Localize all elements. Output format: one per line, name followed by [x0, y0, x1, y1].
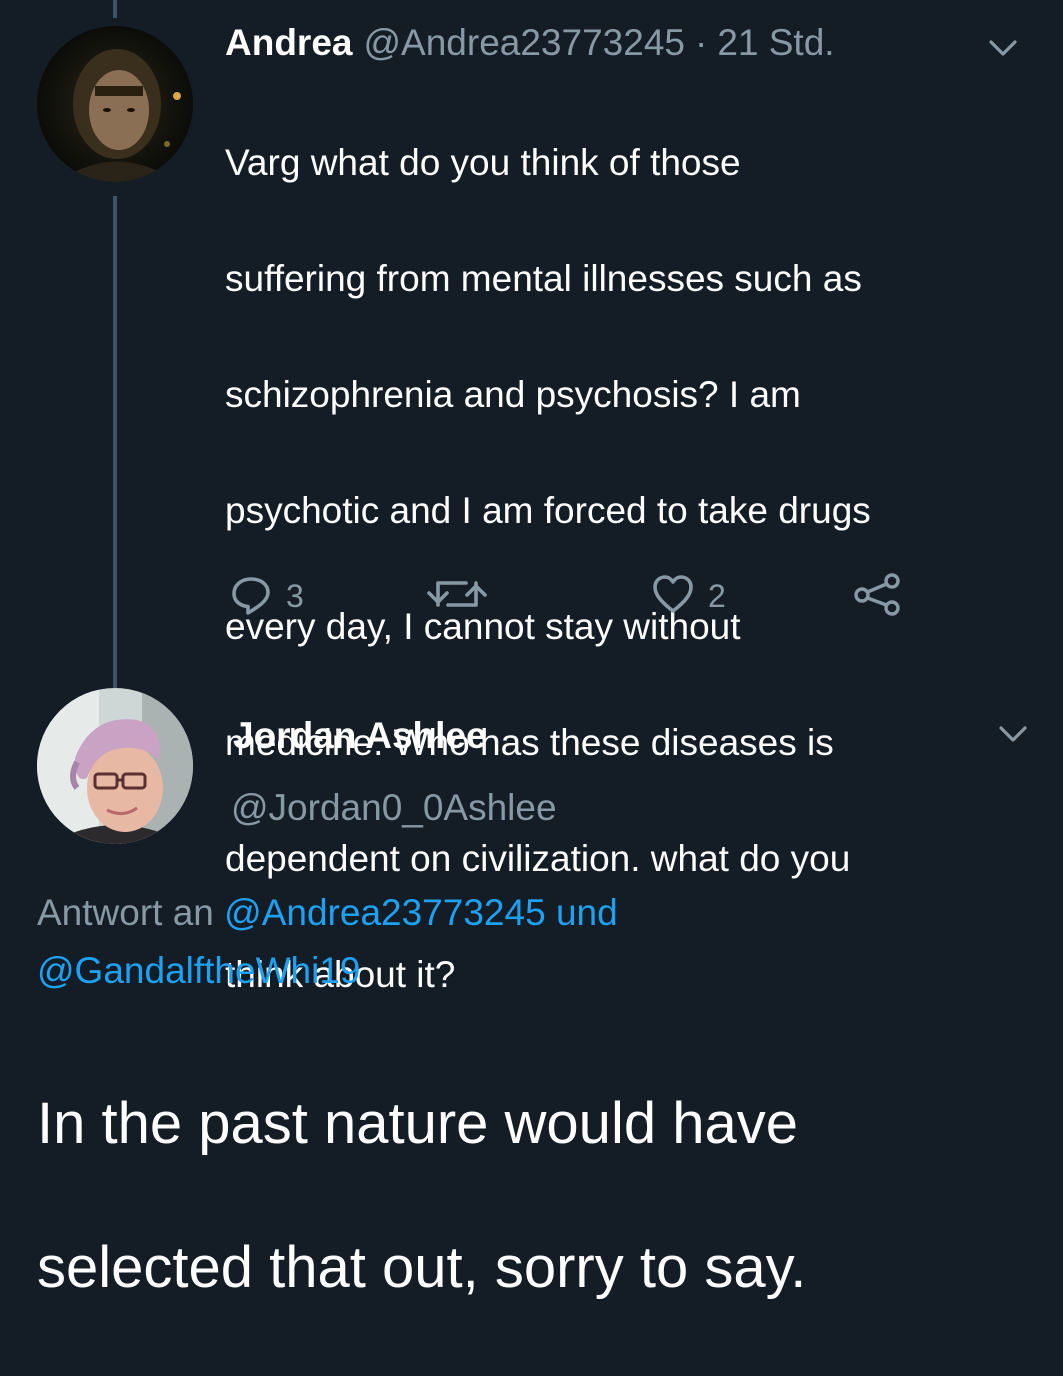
tweet-line: psychotic and I am forced to take drugs: [225, 490, 871, 531]
replying-to-joiner[interactable]: und: [556, 892, 618, 933]
tweet-header: Andrea @Andrea23773245 · 21 Std.: [225, 22, 835, 70]
retweet-icon: [424, 571, 490, 622]
replying-to-user-link[interactable]: @Andrea23773245: [224, 892, 546, 933]
replying-to-user-link[interactable]: @GandalftheWhi19: [37, 950, 360, 991]
tweet-line: suffering from mental illnesses such as: [225, 258, 862, 299]
tweet-line: every day, I cannot stay without: [225, 606, 741, 647]
author-handle[interactable]: @Andrea23773245: [363, 22, 685, 64]
share-icon: [852, 571, 904, 622]
share-button[interactable]: [852, 570, 904, 622]
replying-to-line-1: Antwort an @Andrea23773245 und: [37, 884, 1037, 942]
tweet-timestamp[interactable]: 21 Std.: [717, 22, 834, 64]
time-separator: ·: [694, 22, 708, 63]
replying-to: Antwort an @Andrea23773245 und @Gandalft…: [37, 884, 1037, 1000]
tweet-line: dependent on civilization. what do you: [225, 838, 851, 879]
replying-to-prefix: Antwort an: [37, 892, 214, 933]
like-icon: [650, 571, 696, 622]
reply-count: 3: [286, 577, 304, 614]
like-count: 2: [708, 577, 726, 614]
reply-line: In the past nature would have: [37, 1091, 798, 1156]
tweet-line: schizophrenia and psychosis? I am: [225, 374, 801, 415]
chevron-down-icon[interactable]: [993, 714, 1033, 754]
reply-body: In the past nature would have selected t…: [37, 1016, 1037, 1376]
chevron-down-icon[interactable]: [983, 28, 1023, 68]
avatar-andrea[interactable]: [37, 26, 193, 182]
avatar-jordan[interactable]: [37, 688, 193, 844]
reply-line: selected that out, sorry to say.: [37, 1235, 807, 1300]
reply-author-handle[interactable]: @Jordan0_0Ashlee: [231, 784, 557, 832]
retweet-button[interactable]: [424, 570, 490, 622]
reply-author-name[interactable]: Jordan Ashlee: [233, 712, 487, 760]
thread-line-connector: [113, 196, 117, 688]
replying-to-line-2: @GandalftheWhi19: [37, 942, 1037, 1000]
tweet-line: Varg what do you think of those: [225, 142, 741, 183]
reply-button[interactable]: 3: [228, 570, 304, 622]
author-name[interactable]: Andrea: [225, 22, 352, 64]
thread-line-top: [113, 0, 117, 18]
like-button[interactable]: 2: [650, 570, 726, 622]
reply-icon: [228, 571, 274, 622]
